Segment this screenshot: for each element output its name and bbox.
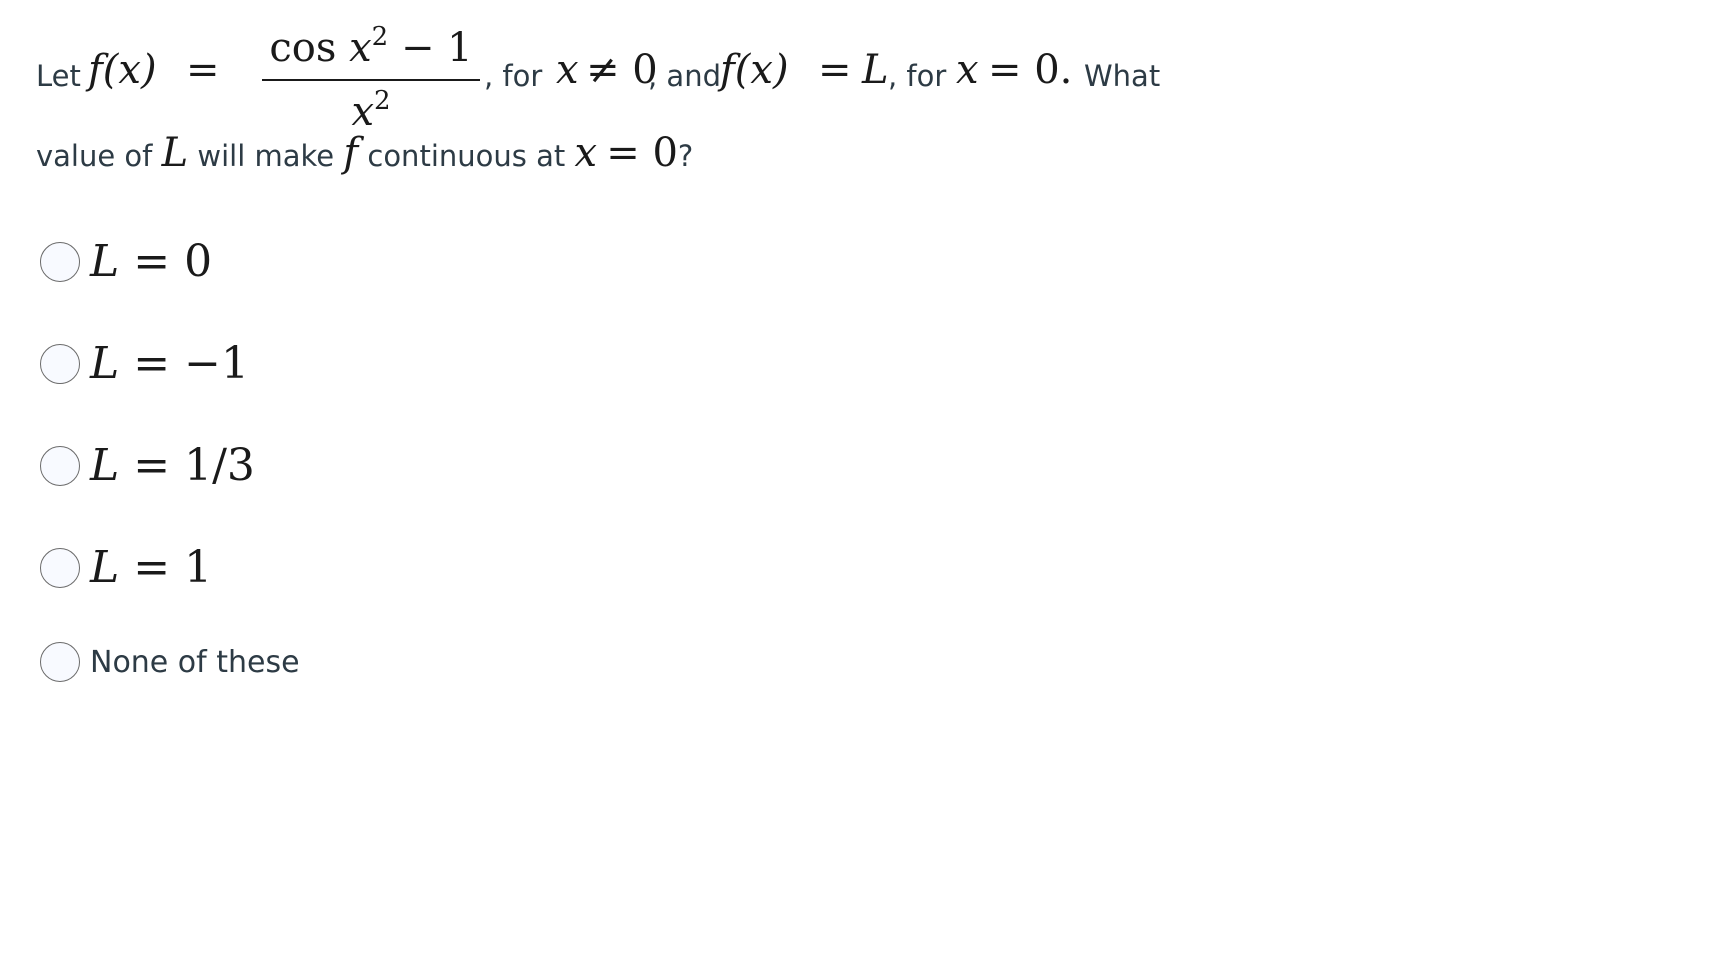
math-var-x: x (956, 47, 979, 93)
math-not-equal-zero: ≠ 0 (586, 47, 658, 93)
fraction-bar (262, 79, 480, 81)
math-var-L: L (90, 236, 120, 287)
radio-button[interactable] (40, 642, 80, 682)
answer-option-l-equals-neg-1[interactable]: L = −1 (40, 338, 249, 389)
math-var-L: L (90, 338, 120, 389)
math-var-x: x (349, 25, 372, 71)
math-value: = −1 (133, 338, 249, 389)
radio-button[interactable] (40, 241, 80, 282)
math-equals: = (186, 47, 220, 93)
option-label: L = 1 (90, 542, 212, 593)
math-var-L: L (90, 440, 120, 491)
answer-option-l-equals-one-third[interactable]: L = 1/3 (40, 440, 255, 491)
math-value: = 0 (133, 236, 213, 287)
math-denominator: x2 (260, 88, 482, 132)
radio-button[interactable] (40, 547, 80, 588)
math-var-L: L (161, 130, 189, 176)
math-equals-zero: = 0. (988, 47, 1073, 93)
math-f-of-x: f(x) (720, 47, 789, 93)
option-label: L = 1/3 (90, 440, 255, 491)
math-numerator: cos x2 − 1 (260, 24, 482, 68)
math-f-of-x: f(x) (88, 47, 157, 93)
math-var-L: L (90, 542, 120, 593)
answer-option-l-equals-0[interactable]: L = 0 (40, 236, 212, 287)
math-equals: = (818, 47, 852, 93)
question-text-value-of: value of (36, 139, 153, 173)
math-cos: cos (269, 25, 337, 71)
radio-button[interactable] (40, 343, 80, 384)
question-text-let: Let (36, 59, 81, 93)
math-var-f: f (343, 130, 359, 176)
option-label: None of these (90, 644, 300, 680)
math-var-x: x (574, 130, 598, 176)
math-value: = 1/3 (133, 440, 255, 491)
answer-option-l-equals-1[interactable]: L = 1 (40, 542, 212, 593)
math-var-x: x (351, 89, 374, 135)
math-exponent: 2 (371, 22, 389, 52)
question-text-for: , for (888, 59, 947, 93)
option-label: L = 0 (90, 236, 212, 287)
question-mark: ? (677, 139, 694, 173)
math-var-L: L (862, 47, 889, 93)
math-equals-zero: = 0 (606, 130, 678, 176)
answer-option-none-of-these[interactable]: None of these (40, 642, 300, 682)
math-minus-one: − 1 (400, 25, 473, 71)
question-text-what: What (1084, 59, 1161, 93)
question-text-will-make: will make (197, 139, 335, 173)
question-line-2: value of L will make f continuous at x =… (36, 133, 693, 173)
math-value: = 1 (133, 542, 213, 593)
question-text-for: , for (484, 59, 543, 93)
math-exponent: 2 (374, 86, 391, 116)
option-label: L = −1 (90, 338, 249, 389)
radio-button[interactable] (40, 445, 80, 486)
math-var-x: x (556, 47, 579, 93)
question-text-and: , and (648, 59, 721, 93)
question-text-continuous-at: continuous at (367, 139, 566, 173)
